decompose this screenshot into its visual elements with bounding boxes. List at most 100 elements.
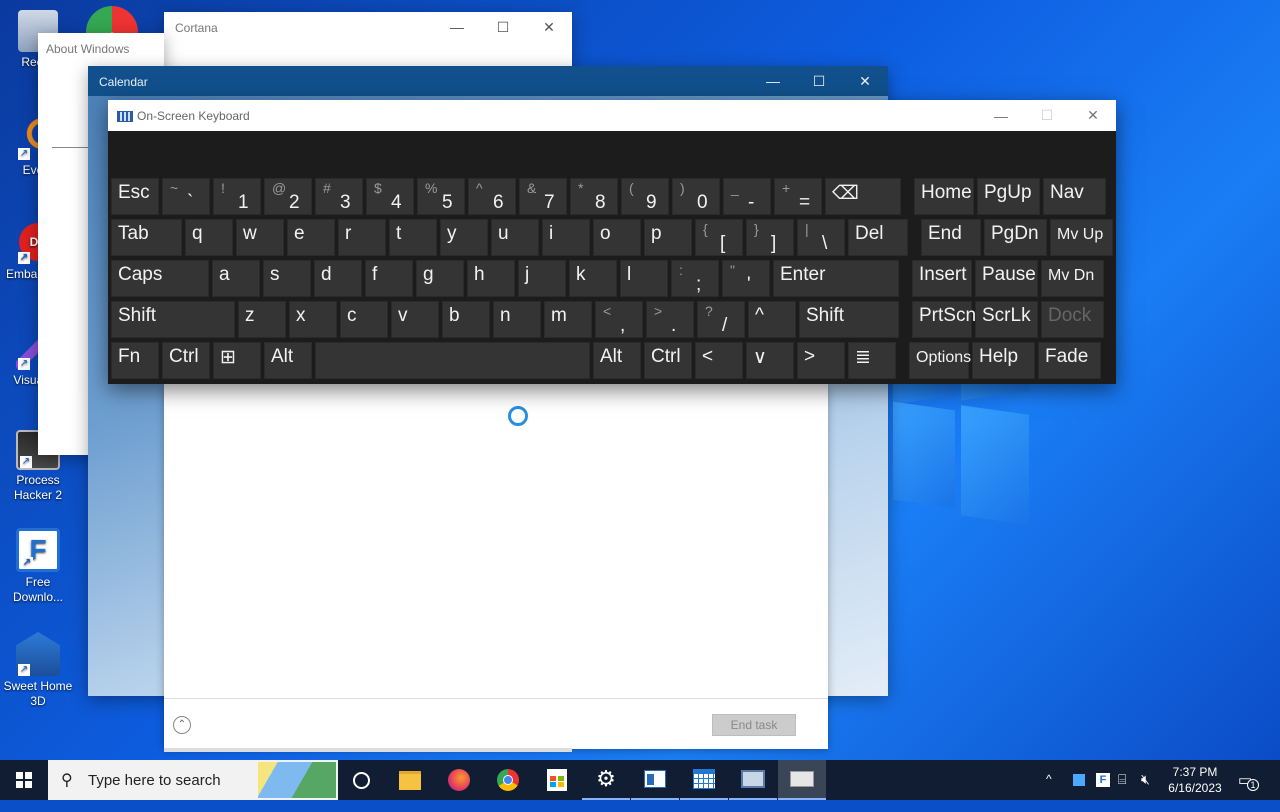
key-nav[interactable]: Nav bbox=[1043, 178, 1106, 215]
key-5[interactable]: % 5 bbox=[417, 178, 465, 215]
key-caps[interactable]: Caps bbox=[111, 260, 209, 297]
key-7[interactable]: & 7 bbox=[519, 178, 567, 215]
key-sym-3-11[interactable]: ^ bbox=[748, 301, 796, 338]
key-o[interactable]: o bbox=[593, 219, 641, 256]
calendar-button[interactable] bbox=[680, 760, 728, 800]
key-insert[interactable]: Insert bbox=[912, 260, 972, 297]
close-button[interactable]: ✕ bbox=[842, 66, 888, 96]
settings-button[interactable]: ⚙ bbox=[582, 760, 630, 800]
key-sym-4-8[interactable]: ∨ bbox=[746, 342, 794, 379]
key-h[interactable]: h bbox=[467, 260, 515, 297]
key-q[interactable]: q bbox=[185, 219, 233, 256]
key-z[interactable]: z bbox=[238, 301, 286, 338]
clock[interactable]: 7:37 PM 6/16/2023 bbox=[1160, 764, 1230, 804]
store-button[interactable] bbox=[533, 760, 581, 800]
key-b[interactable]: b bbox=[442, 301, 490, 338]
key-alt[interactable]: Alt bbox=[264, 342, 312, 379]
key-tab[interactable]: Tab bbox=[111, 219, 182, 256]
on-screen-keyboard-button[interactable] bbox=[778, 760, 826, 800]
task-manager-button[interactable] bbox=[631, 760, 679, 800]
key-prtscn[interactable]: PrtScn bbox=[912, 301, 976, 338]
key-sym-3-10[interactable]: ? / bbox=[697, 301, 745, 338]
minimize-button[interactable]: — bbox=[978, 100, 1024, 131]
desktop-icon-free-download[interactable]: F ↗ Free Downlo... bbox=[0, 528, 76, 605]
key-v[interactable]: v bbox=[391, 301, 439, 338]
key-sym-0-12[interactable]: _ - bbox=[723, 178, 771, 215]
key-fn[interactable]: Fn bbox=[111, 342, 159, 379]
remote-desktop-button[interactable] bbox=[729, 760, 777, 800]
key-sym-4-2[interactable]: ⊞ bbox=[213, 342, 261, 379]
key-n[interactable]: n bbox=[493, 301, 541, 338]
key-x[interactable]: x bbox=[289, 301, 337, 338]
key-sym-4-4[interactable] bbox=[315, 342, 590, 379]
key-f[interactable]: f bbox=[365, 260, 413, 297]
cortana-window[interactable]: Cortana — ☐ ✕ bbox=[164, 12, 572, 68]
key-fade[interactable]: Fade bbox=[1038, 342, 1101, 379]
key-sym-4-10[interactable]: ≣ bbox=[848, 342, 896, 379]
task-view-button[interactable] bbox=[337, 760, 385, 800]
key-shift[interactable]: Shift bbox=[111, 301, 235, 338]
key-p[interactable]: p bbox=[644, 219, 692, 256]
key-i[interactable]: i bbox=[542, 219, 590, 256]
key-0[interactable]: ) 0 bbox=[672, 178, 720, 215]
key-6[interactable]: ^ 6 bbox=[468, 178, 516, 215]
key-sym-2-10[interactable]: :; bbox=[671, 260, 719, 297]
key-y[interactable]: y bbox=[440, 219, 488, 256]
key-sym-2-11[interactable]: " ' bbox=[722, 260, 770, 297]
key-scrlk[interactable]: ScrLk bbox=[975, 301, 1038, 338]
key-shift[interactable]: Shift bbox=[799, 301, 899, 338]
key-sym-1-13[interactable]: | \ bbox=[797, 219, 845, 256]
key-r[interactable]: r bbox=[338, 219, 386, 256]
key-9[interactable]: (9 bbox=[621, 178, 669, 215]
key-enter[interactable]: Enter bbox=[773, 260, 899, 297]
maximize-button[interactable]: ☐ bbox=[796, 66, 842, 96]
close-button[interactable]: ✕ bbox=[1070, 100, 1116, 131]
key-sym-3-8[interactable]: <, bbox=[595, 301, 643, 338]
close-button[interactable]: ✕ bbox=[526, 12, 572, 42]
key-w[interactable]: w bbox=[236, 219, 284, 256]
key-alt[interactable]: Alt bbox=[593, 342, 641, 379]
key-sym-0-13[interactable]: + = bbox=[774, 178, 822, 215]
file-explorer-button[interactable] bbox=[386, 760, 434, 800]
key-help[interactable]: Help bbox=[972, 342, 1035, 379]
key-sym-1-12[interactable]: }] bbox=[746, 219, 794, 256]
network-icon[interactable]: ⌸ bbox=[1118, 771, 1126, 811]
key-m[interactable]: m bbox=[544, 301, 592, 338]
notification-center-button[interactable]: ▭ 1 bbox=[1238, 771, 1259, 811]
maximize-button[interactable]: ☐ bbox=[480, 12, 526, 42]
key-1[interactable]: ! 1 bbox=[213, 178, 261, 215]
key-sym-3-9[interactable]: >. bbox=[646, 301, 694, 338]
start-button[interactable] bbox=[0, 760, 48, 800]
key-j[interactable]: j bbox=[518, 260, 566, 297]
on-screen-keyboard-window[interactable]: On-Screen Keyboard — ☐ ✕ Esc ~ `! 1 @2 #3 $4% 5… bbox=[108, 100, 1116, 384]
key-mv-dn[interactable]: Mv Dn bbox=[1041, 260, 1104, 297]
key-sym-4-9[interactable]: > bbox=[797, 342, 845, 379]
key-esc[interactable]: Esc bbox=[111, 178, 159, 215]
key-sym-4-7[interactable]: < bbox=[695, 342, 743, 379]
key-g[interactable]: g bbox=[416, 260, 464, 297]
key-pgup[interactable]: PgUp bbox=[977, 178, 1040, 215]
key-sym-0-14[interactable]: ⌫ bbox=[825, 178, 901, 215]
task-manager-window[interactable] bbox=[164, 384, 828, 748]
key-8[interactable]: * 8 bbox=[570, 178, 618, 215]
key-a[interactable]: a bbox=[212, 260, 260, 297]
key-2[interactable]: @2 bbox=[264, 178, 312, 215]
key-ctrl[interactable]: Ctrl bbox=[162, 342, 210, 379]
minimize-button[interactable]: — bbox=[434, 12, 480, 42]
key-3[interactable]: #3 bbox=[315, 178, 363, 215]
key-4[interactable]: $4 bbox=[366, 178, 414, 215]
end-task-button[interactable]: End task bbox=[712, 714, 796, 736]
key-pause[interactable]: Pause bbox=[975, 260, 1038, 297]
key-e[interactable]: e bbox=[287, 219, 335, 256]
minimize-button[interactable]: — bbox=[750, 66, 796, 96]
chrome-button[interactable] bbox=[484, 760, 532, 800]
key-pgdn[interactable]: PgDn bbox=[984, 219, 1047, 256]
key-c[interactable]: c bbox=[340, 301, 388, 338]
key-mv-up[interactable]: Mv Up bbox=[1050, 219, 1113, 256]
key-t[interactable]: t bbox=[389, 219, 437, 256]
key-del[interactable]: Del bbox=[848, 219, 908, 256]
volume-muted-icon[interactable]: 🔇︎ bbox=[1141, 771, 1150, 811]
key-ctrl[interactable]: Ctrl bbox=[644, 342, 692, 379]
key-s[interactable]: s bbox=[263, 260, 311, 297]
key-k[interactable]: k bbox=[569, 260, 617, 297]
